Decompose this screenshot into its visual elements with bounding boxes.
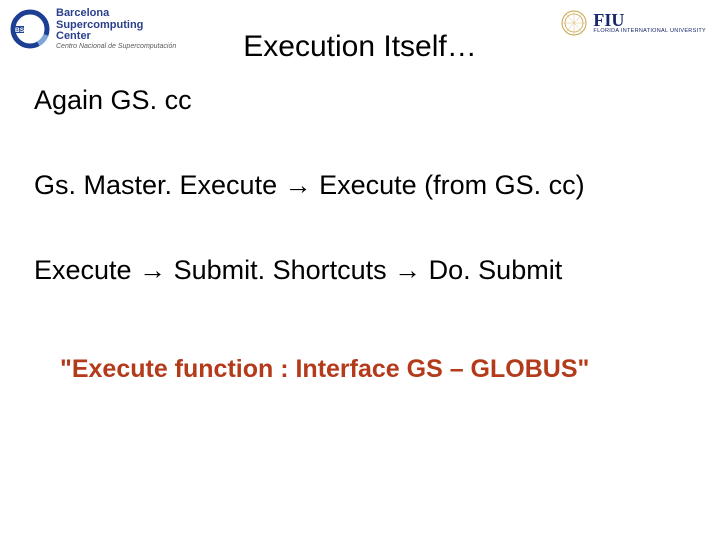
slide: BSC BarcelonaSupercomputingCenter Centro… [0,0,720,540]
slide-title: Execution Itself… [0,30,720,64]
body-line-2: Execute → Submit. Shortcuts → Do. Submit [34,255,562,286]
callout-text: "Execute function : Interface GS – GLOBU… [60,355,589,384]
subtitle: Again GS. cc [34,85,192,116]
body-line-1: Gs. Master. Execute → Execute (from GS. … [34,170,585,201]
fiu-logo-name: FIU [593,11,624,29]
